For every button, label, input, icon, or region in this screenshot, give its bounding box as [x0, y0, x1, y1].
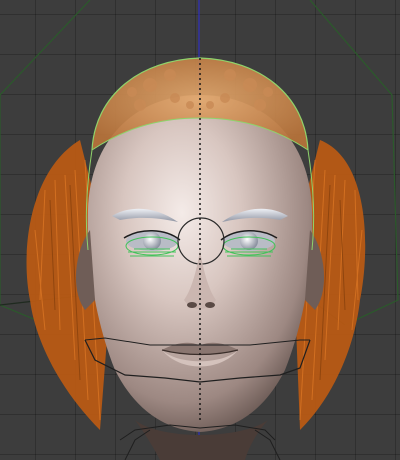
right-eye	[220, 230, 278, 257]
right-nostril	[205, 302, 215, 308]
neck-cage-right	[254, 429, 281, 460]
head-model-icon[interactable]	[0, 0, 400, 460]
left-eye	[123, 230, 181, 257]
3d-viewport[interactable]	[0, 0, 400, 460]
left-nostril	[187, 302, 197, 308]
